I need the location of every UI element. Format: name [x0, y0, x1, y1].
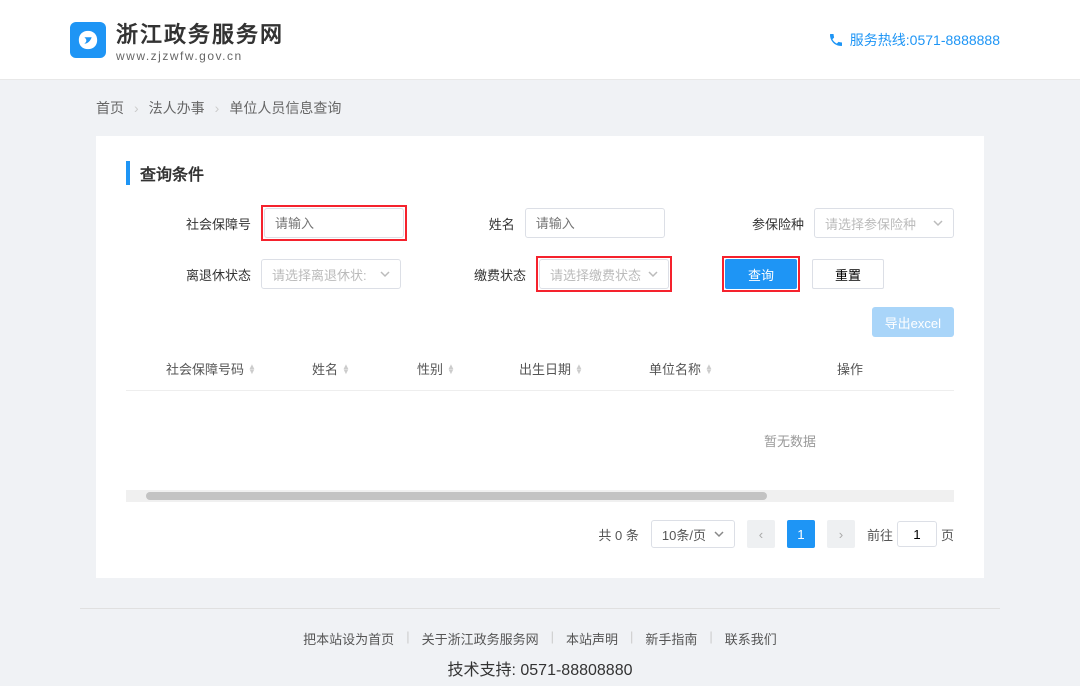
section-title: 查询条件: [126, 161, 954, 185]
hotline[interactable]: 服务热线:0571-8888888: [828, 30, 1000, 50]
table-header: 社会保障号码▲▼ 姓名▲▼ 性别▲▼ 出生日期▲▼ 单位名称▲▼ 操作: [126, 347, 954, 391]
goto-page-input[interactable]: [897, 521, 937, 547]
tech-support: 技术支持: 0571-88808880: [0, 656, 1080, 686]
next-page-button[interactable]: ›: [827, 520, 855, 548]
ssn-input[interactable]: [264, 208, 404, 238]
sort-icon: ▲▼: [575, 364, 583, 374]
footer-link-home[interactable]: 把本站设为首页: [291, 629, 406, 648]
pay-status-highlight: 请选择缴费状态: [536, 256, 672, 292]
hotline-label: 服务热线:0571-8888888: [850, 30, 1000, 50]
retire-status-label: 离退休状态: [166, 265, 261, 284]
chevron-right-icon: ›: [215, 100, 220, 116]
th-name[interactable]: 姓名▲▼: [276, 359, 386, 378]
chevron-down-icon: [933, 218, 943, 228]
total-count: 共 0 条: [598, 525, 638, 544]
footer: 把本站设为首页| 关于浙江政务服务网| 本站声明| 新手指南| 联系我们 技术支…: [0, 608, 1080, 686]
pay-status-label: 缴费状态: [466, 265, 536, 284]
name-label: 姓名: [455, 214, 525, 233]
query-button[interactable]: 查询: [725, 259, 797, 289]
chevron-down-icon: [648, 269, 658, 279]
footer-link-about[interactable]: 关于浙江政务服务网: [410, 629, 551, 648]
goto-prefix: 前往: [867, 525, 893, 544]
breadcrumb-home[interactable]: 首页: [96, 98, 124, 118]
breadcrumb-current: 单位人员信息查询: [229, 98, 341, 118]
th-gender[interactable]: 性别▲▼: [386, 359, 486, 378]
phone-icon: [828, 32, 844, 48]
prev-page-button[interactable]: ‹: [747, 520, 775, 548]
footer-link-guide[interactable]: 新手指南: [633, 629, 709, 648]
chevron-down-icon: [380, 269, 390, 279]
page-1-button[interactable]: 1: [787, 520, 815, 548]
chevron-down-icon: [714, 529, 724, 539]
th-action: 操作: [746, 359, 954, 378]
name-input[interactable]: [525, 208, 665, 238]
table-body: 暂无数据: [126, 391, 954, 490]
footer-links: 把本站设为首页| 关于浙江政务服务网| 本站声明| 新手指南| 联系我们: [0, 609, 1080, 656]
breadcrumb: 首页 › 法人办事 › 单位人员信息查询: [0, 80, 1080, 136]
footer-link-contact[interactable]: 联系我们: [713, 629, 789, 648]
retire-status-select[interactable]: 请选择离退休状:: [261, 259, 401, 289]
sort-icon: ▲▼: [447, 364, 455, 374]
empty-text: 暂无数据: [126, 431, 954, 450]
th-company[interactable]: 单位名称▲▼: [616, 359, 746, 378]
horizontal-scrollbar[interactable]: [126, 490, 954, 502]
site-title: 浙江政务服务网: [116, 17, 284, 49]
pagination: 共 0 条 10条/页 ‹ 1 › 前往 页: [126, 502, 954, 548]
query-highlight: 查询: [722, 256, 800, 292]
pay-status-select[interactable]: 请选择缴费状态: [539, 259, 669, 289]
sort-icon: ▲▼: [248, 364, 256, 374]
chevron-right-icon: ›: [134, 100, 139, 116]
insurance-type-label: 参保险种: [734, 214, 814, 233]
page-size-select[interactable]: 10条/页: [651, 520, 735, 548]
main-card: 查询条件 社会保障号 姓名 参保险种 请选择参保险种 离退休状态 请选择离退休状…: [96, 136, 984, 578]
reset-button[interactable]: 重置: [812, 259, 884, 289]
breadcrumb-legal[interactable]: 法人办事: [149, 98, 205, 118]
insurance-type-select[interactable]: 请选择参保险种: [814, 208, 954, 238]
th-ssn[interactable]: 社会保障号码▲▼: [126, 359, 276, 378]
th-dob[interactable]: 出生日期▲▼: [486, 359, 616, 378]
export-excel-button[interactable]: 导出excel: [872, 307, 954, 337]
site-url: www.zjzwfw.gov.cn: [116, 49, 284, 63]
scroll-thumb[interactable]: [146, 492, 767, 500]
goto-suffix: 页: [941, 525, 954, 544]
sort-icon: ▲▼: [705, 364, 713, 374]
logo-area[interactable]: 浙江政务服务网 www.zjzwfw.gov.cn: [70, 17, 284, 63]
site-header: 浙江政务服务网 www.zjzwfw.gov.cn 服务热线:0571-8888…: [0, 0, 1080, 80]
ssn-label: 社会保障号: [166, 214, 261, 233]
ssn-highlight: [261, 205, 407, 241]
logo-icon: [70, 22, 106, 58]
footer-link-statement[interactable]: 本站声明: [554, 629, 630, 648]
sort-icon: ▲▼: [342, 364, 350, 374]
